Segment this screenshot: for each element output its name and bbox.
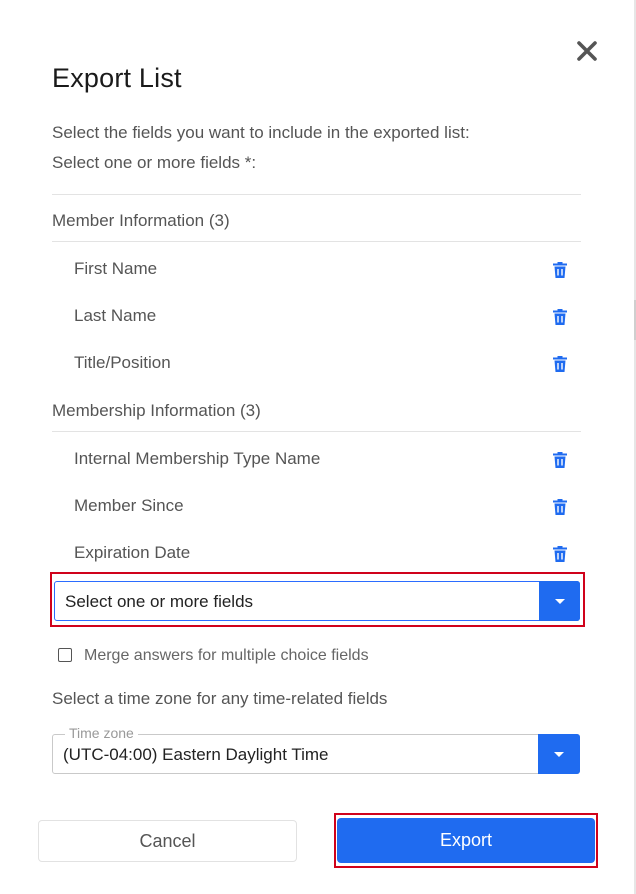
field-label: Last Name	[74, 306, 157, 325]
selected-field-row: Member Since	[52, 492, 581, 522]
selected-field-row: Internal Membership Type Name	[52, 445, 581, 475]
trash-icon	[553, 309, 567, 325]
field-select-dropdown[interactable]: Select one or more fields	[54, 581, 580, 621]
timezone-toggle[interactable]	[538, 734, 580, 774]
export-button[interactable]: Export	[337, 818, 595, 863]
timezone-legend: Time zone	[65, 725, 138, 741]
field-label: Title/Position	[74, 353, 171, 372]
field-label: Internal Membership Type Name	[74, 449, 321, 468]
field-label: First Name	[74, 259, 158, 278]
remove-field-button[interactable]	[552, 498, 568, 516]
timezone-select[interactable]: Time zone (UTC-04:00) Eastern Daylight T…	[52, 725, 580, 774]
remove-field-button[interactable]	[552, 355, 568, 373]
remove-field-button[interactable]	[552, 451, 568, 469]
trash-icon	[553, 356, 567, 372]
remove-field-button[interactable]	[552, 308, 568, 326]
caret-down-icon	[554, 598, 565, 604]
merge-answers-label[interactable]: Merge answers for multiple choice fields	[84, 647, 369, 665]
field-label: Expiration Date	[74, 543, 191, 562]
divider	[52, 241, 581, 242]
field-select-placeholder: Select one or more fields	[65, 592, 254, 611]
intro-text: Select the fields you want to include in…	[52, 123, 470, 142]
selected-field-row: Last Name	[52, 302, 581, 332]
caret-down-icon	[554, 751, 564, 757]
dialog-title: Export List	[52, 63, 182, 93]
close-button[interactable]	[572, 36, 602, 66]
close-icon	[577, 41, 597, 61]
selected-field-row: First Name	[52, 255, 581, 285]
section-header-membership-information: Membership Information (3)	[52, 401, 261, 420]
field-select-toggle[interactable]	[539, 581, 580, 621]
remove-field-button[interactable]	[552, 545, 568, 563]
timezone-value: (UTC-04:00) Eastern Daylight Time	[63, 745, 329, 764]
divider	[52, 431, 581, 432]
field-label: Member Since	[74, 496, 184, 515]
fields-required-label: Select one or more fields *:	[52, 153, 257, 172]
divider	[52, 194, 581, 195]
trash-icon	[553, 262, 567, 278]
selected-field-row: Expiration Date	[52, 539, 581, 569]
trash-icon	[553, 499, 567, 515]
trash-icon	[553, 452, 567, 468]
section-header-member-information: Member Information (3)	[52, 211, 230, 230]
trash-icon	[553, 546, 567, 562]
merge-answers-checkbox[interactable]	[58, 648, 72, 662]
cancel-button[interactable]: Cancel	[38, 820, 297, 862]
remove-field-button[interactable]	[552, 261, 568, 279]
selected-field-row: Title/Position	[52, 349, 581, 379]
timezone-prompt: Select a time zone for any time-related …	[52, 689, 388, 708]
